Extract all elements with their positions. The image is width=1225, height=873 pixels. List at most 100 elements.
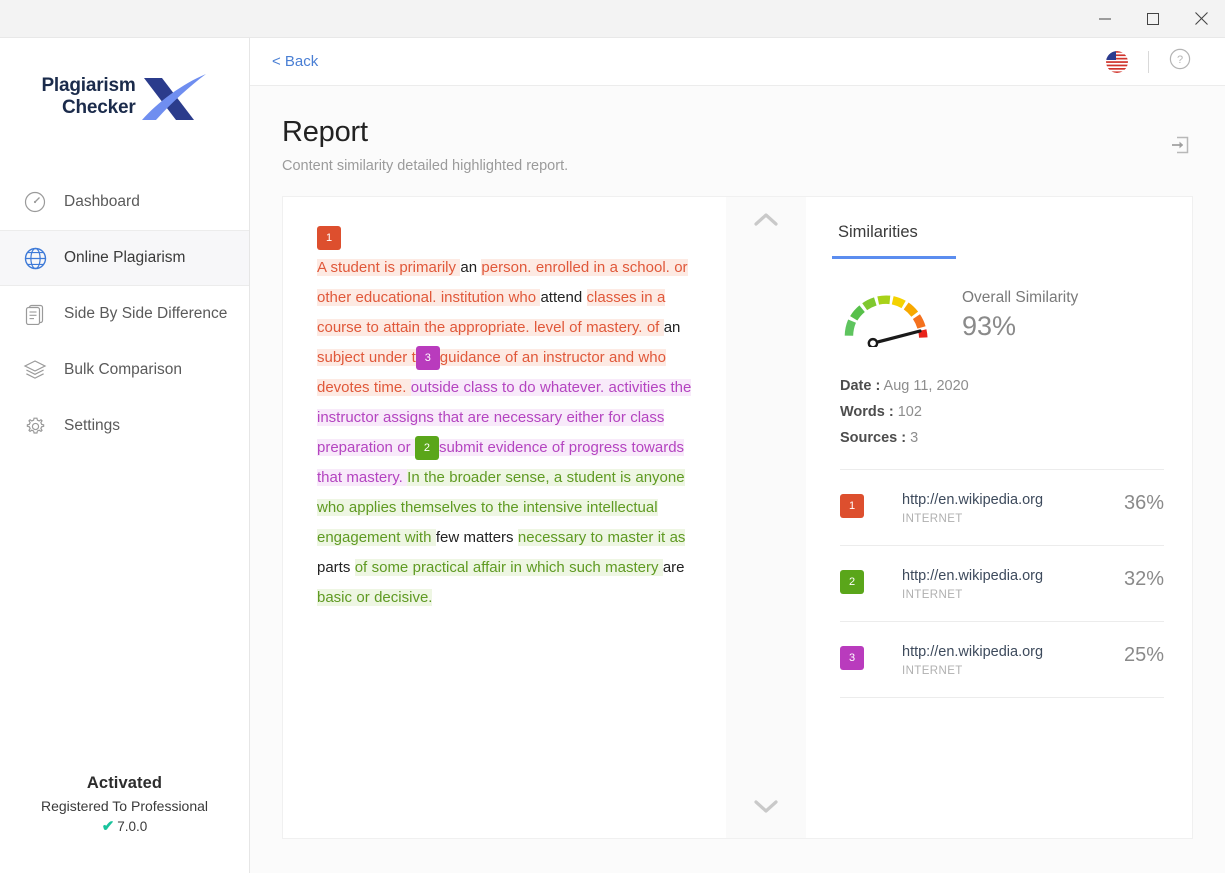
gear-icon	[22, 413, 48, 439]
gauge-icon	[22, 189, 48, 215]
document-icon	[22, 301, 48, 327]
report-scroll-column	[726, 196, 806, 839]
minimize-icon	[1099, 13, 1111, 25]
source-type: INTERNET	[902, 665, 1114, 677]
window-titlebar	[0, 0, 1225, 38]
license-footer: Activated Registered To Professional ✔7.…	[0, 774, 249, 835]
source-body: http://en.wikipedia.org INTERNET	[864, 568, 1114, 601]
overall-similarity-text: Overall Similarity 93%	[962, 283, 1078, 342]
globe-icon	[22, 245, 48, 271]
metadata-sources-key: Sources :	[840, 430, 906, 446]
text-unmatched: parts	[317, 559, 355, 576]
sidebar-item-label: Side By Side Difference	[64, 305, 227, 323]
maximize-icon	[1147, 13, 1159, 25]
overall-similarity-value: 93%	[962, 311, 1078, 342]
sidebar-item-label: Online Plagiarism	[64, 249, 185, 267]
metadata-sources-row: Sources : 3	[840, 425, 1166, 451]
sidebar-item-settings[interactable]: Settings	[0, 398, 249, 454]
logo-x-icon	[132, 68, 208, 126]
text-unmatched: are	[663, 559, 685, 576]
source-marker-badge-1[interactable]: 1	[317, 226, 341, 250]
sidebar-item-label: Settings	[64, 417, 120, 435]
metadata-sources-value: 3	[910, 430, 918, 446]
source-url[interactable]: http://en.wikipedia.org	[902, 644, 1114, 660]
similarity-gauge-chart	[840, 283, 936, 347]
metadata-date-row: Date : Aug 11, 2020	[840, 373, 1166, 399]
app-logo: Plagiarism Checker	[0, 38, 249, 148]
sidebar-item-online-plagiarism[interactable]: Online Plagiarism	[0, 230, 249, 286]
sidebar-item-label: Dashboard	[64, 193, 140, 211]
page-header: Report Content similarity detailed highl…	[250, 86, 1225, 174]
source-marker-badge-2[interactable]: 2	[415, 436, 439, 460]
metadata-date-key: Date :	[840, 378, 880, 394]
app-shell: Plagiarism Checker Dashboard	[0, 38, 1225, 873]
license-version-row: ✔7.0.0	[0, 817, 249, 835]
source-row[interactable]: 3http://en.wikipedia.orgINTERNET25%	[840, 622, 1164, 698]
highlighted-report-text: 1A student is primarily an person. enrol…	[317, 223, 708, 613]
maximize-button[interactable]	[1129, 0, 1177, 37]
metadata-words-value: 102	[898, 404, 922, 420]
source-list: 1http://en.wikipedia.orgINTERNET36%2http…	[832, 470, 1166, 698]
metadata-date-value: Aug 11, 2020	[884, 378, 969, 394]
overall-similarity-row: Overall Similarity 93%	[832, 261, 1166, 347]
source-percent: 36%	[1114, 492, 1164, 515]
report-content: 1A student is primarily an person. enrol…	[250, 174, 1225, 873]
minimize-button[interactable]	[1081, 0, 1129, 37]
topbar-actions: ?	[1106, 48, 1191, 75]
export-button[interactable]	[1163, 128, 1197, 162]
metadata-words-key: Words :	[840, 404, 894, 420]
license-version: 7.0.0	[117, 819, 147, 834]
report-metadata: Date : Aug 11, 2020 Words : 102 Sources …	[832, 347, 1166, 451]
source-index-badge: 3	[840, 646, 864, 670]
help-circle-icon[interactable]: ?	[1169, 48, 1191, 75]
tab-active-underline	[832, 256, 956, 259]
text-match-orange: subject under t	[317, 349, 416, 366]
us-flag-icon[interactable]	[1106, 51, 1128, 73]
sidebar-item-dashboard[interactable]: Dashboard	[0, 174, 249, 230]
sidebar-item-side-by-side-difference[interactable]: Side By Side Difference	[0, 286, 249, 342]
text-unmatched: attend	[540, 289, 586, 306]
source-index-badge: 1	[840, 494, 864, 518]
export-icon	[1169, 134, 1191, 156]
text-match-green: of some practical affair in which such m…	[355, 559, 663, 576]
source-body: http://en.wikipedia.org INTERNET	[864, 492, 1114, 525]
source-row[interactable]: 2 http://en.wikipedia.org INTERNET32%	[840, 546, 1164, 622]
topbar-divider	[1148, 51, 1149, 73]
source-type: INTERNET	[902, 513, 1114, 525]
text-match-green: basic or decisive.	[317, 589, 432, 606]
check-icon: ✔	[102, 817, 115, 835]
metadata-words-row: Words : 102	[840, 399, 1166, 425]
sidebar: Plagiarism Checker Dashboard	[0, 38, 250, 873]
similarities-card: Similarities	[806, 196, 1193, 839]
source-type: INTERNET	[902, 589, 1114, 601]
source-row[interactable]: 1 http://en.wikipedia.org INTERNET36%	[840, 470, 1164, 546]
top-bar: < Back	[250, 38, 1225, 86]
layers-icon	[22, 357, 48, 383]
close-button[interactable]	[1177, 0, 1225, 37]
text-match-orange: A student is primarily	[317, 259, 460, 276]
source-url[interactable]: http://en.wikipedia.org	[902, 568, 1114, 584]
back-button[interactable]: < Back	[266, 49, 324, 74]
sidebar-nav: Dashboard Online Plagiarism	[0, 174, 249, 454]
logo-line-1: Plagiarism	[41, 75, 135, 97]
chevron-down-icon[interactable]	[752, 797, 780, 820]
page-subtitle: Content similarity detailed highlighted …	[282, 158, 1225, 174]
sidebar-item-label: Bulk Comparison	[64, 361, 182, 379]
source-body: http://en.wikipedia.org INTERNET	[864, 644, 1114, 677]
main-area: < Back	[250, 38, 1225, 873]
page-title: Report	[282, 116, 1225, 149]
text-match-green: necessary to master it as	[518, 529, 686, 546]
text-unmatched: few matters	[436, 529, 518, 546]
license-status: Activated	[0, 774, 249, 793]
source-url[interactable]: http://en.wikipedia.org	[902, 492, 1114, 508]
overall-similarity-label: Overall Similarity	[962, 289, 1078, 307]
text-unmatched: an	[460, 259, 481, 276]
source-index-badge: 2	[840, 570, 864, 594]
source-percent: 32%	[1114, 568, 1164, 591]
tab-similarities[interactable]: Similarities	[832, 217, 924, 256]
svg-text:?: ?	[1177, 54, 1183, 66]
source-marker-badge-3[interactable]: 3	[416, 346, 440, 370]
license-registered-to: Registered To Professional	[0, 798, 249, 814]
sidebar-item-bulk-comparison[interactable]: Bulk Comparison	[0, 342, 249, 398]
chevron-up-icon[interactable]	[752, 211, 780, 234]
